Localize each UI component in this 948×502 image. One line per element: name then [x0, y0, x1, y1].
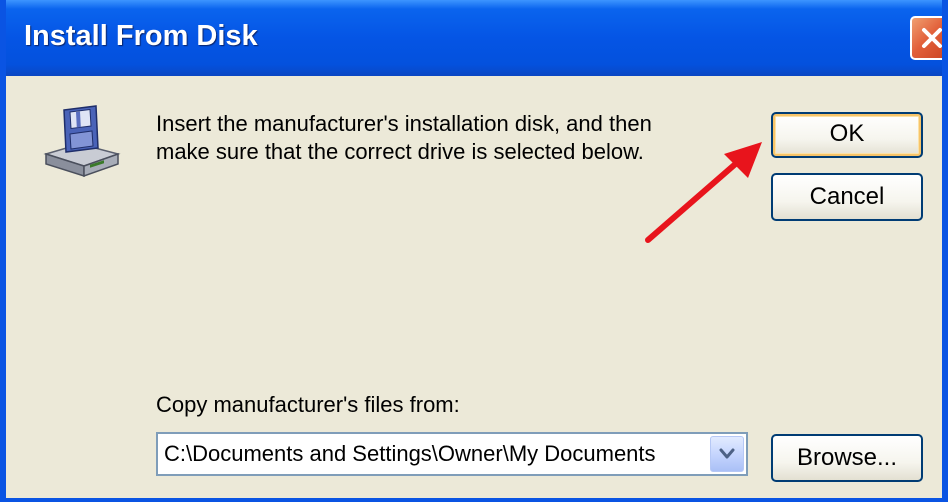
- path-dropdown-button[interactable]: [710, 436, 744, 472]
- source-path-input[interactable]: C:\Documents and Settings\Owner\My Docum…: [164, 441, 704, 467]
- copy-files-label: Copy manufacturer's files from:: [156, 392, 460, 417]
- floppy-disk-drive-icon: [43, 105, 121, 178]
- close-button[interactable]: [910, 16, 942, 60]
- window-title: Install From Disk: [24, 20, 258, 52]
- red-arrow-icon: [645, 142, 762, 243]
- source-path-combobox[interactable]: C:\Documents and Settings\Owner\My Docum…: [156, 432, 748, 476]
- title-bar[interactable]: Install From Disk: [6, 0, 942, 76]
- browse-button[interactable]: Browse...: [771, 434, 923, 482]
- chevron-down-icon: [719, 448, 735, 459]
- install-from-disk-dialog: Install From Disk Insert the manufacture…: [0, 0, 948, 502]
- cancel-button[interactable]: Cancel: [771, 173, 923, 221]
- ok-button[interactable]: OK: [771, 112, 923, 158]
- close-icon: [922, 28, 942, 48]
